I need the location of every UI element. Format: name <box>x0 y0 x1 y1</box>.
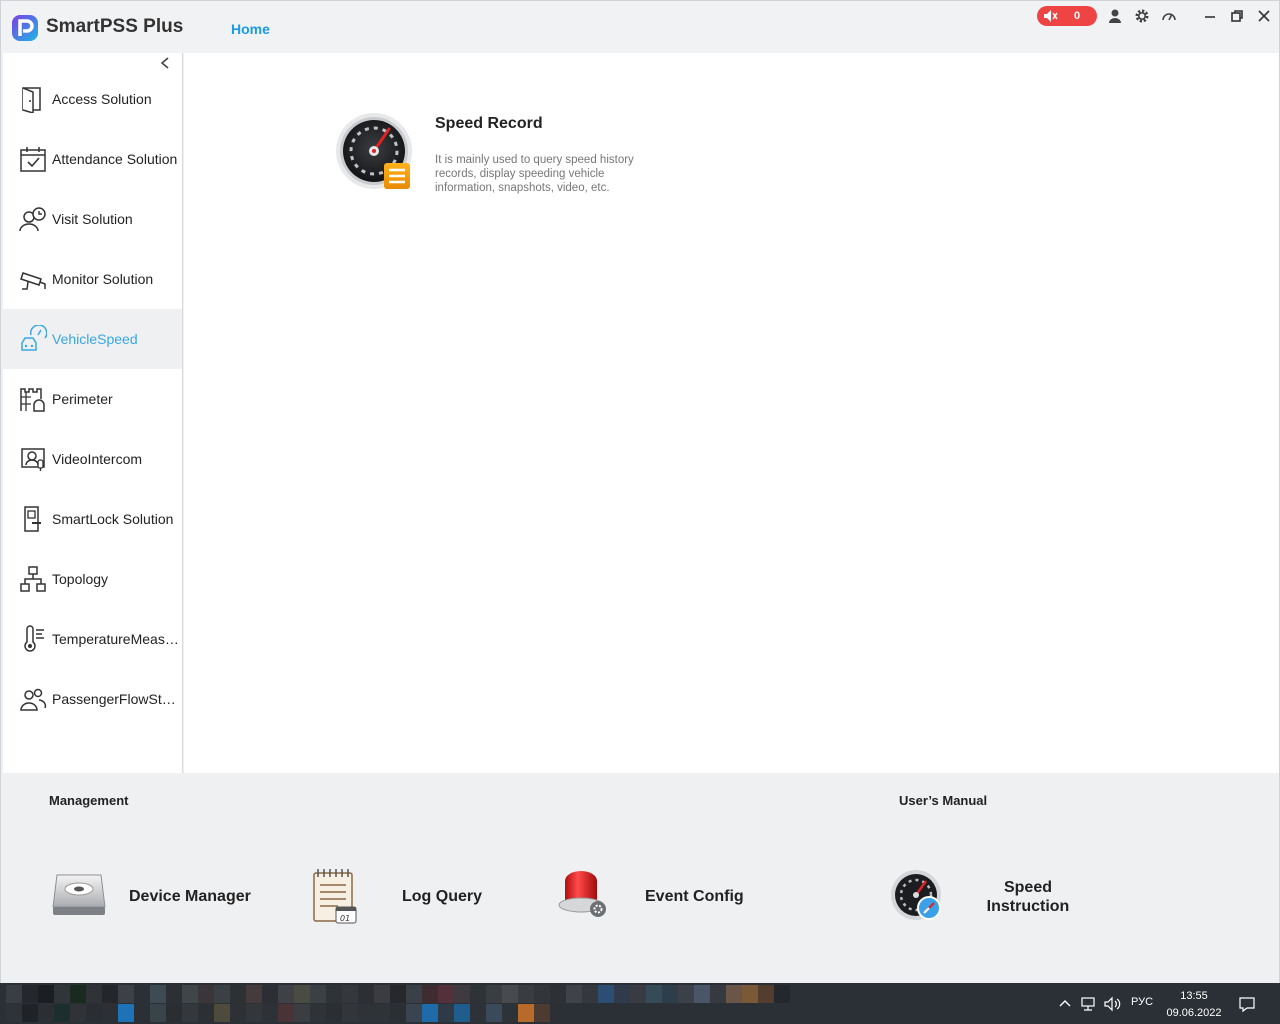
people-icon <box>20 688 47 711</box>
sidebar: Access Solution Attendance Solution Visi… <box>3 53 183 773</box>
perimeter-alarm-icon <box>20 388 45 412</box>
speed-instruction-line1: Speed <box>1003 879 1052 896</box>
sidebar-item-label: Visit Solution <box>52 211 133 227</box>
main-content: Speed Record It is mainly used to query … <box>184 53 1279 773</box>
speed-instruction-button[interactable]: Speed Instruction <box>888 865 1088 929</box>
sidebar-item-label: VideoIntercom <box>52 451 143 467</box>
speedometer-record-icon <box>336 113 412 189</box>
sidebar-item-label: SmartLock Solution <box>52 511 174 527</box>
restore-icon[interactable] <box>1229 8 1245 24</box>
title-bar: SmartPSS Plus Home 0 <box>1 1 1279 53</box>
door-icon <box>22 87 41 113</box>
chevron-up-icon[interactable] <box>1056 995 1074 1013</box>
taskbar-clock[interactable]: 13:55 09.06.2022 <box>1160 988 1228 1022</box>
smartpss-logo-icon <box>12 15 38 41</box>
sidebar-item-monitor-solution[interactable]: Monitor Solution <box>3 249 182 309</box>
volume-icon[interactable] <box>1103 995 1121 1013</box>
users-manual-heading: User’s Manual <box>899 793 988 808</box>
settings-gear-icon[interactable] <box>1134 8 1150 24</box>
device-manager-icon <box>52 874 106 915</box>
device-manager-button[interactable]: Device Manager <box>49 865 264 929</box>
bottom-panel: Management User’s Manual Device Manager … <box>1 773 1279 983</box>
taskbar-apps[interactable] <box>6 985 790 1022</box>
smart-lock-icon <box>24 506 41 532</box>
tool-label: Device Manager <box>129 888 251 905</box>
alarm-siren-icon <box>558 871 606 917</box>
log-query-button[interactable]: 01 Log Query <box>306 865 496 929</box>
network-icon[interactable] <box>1080 995 1098 1013</box>
sidebar-item-topology[interactable]: Topology <box>3 549 182 609</box>
sidebar-item-video-intercom[interactable]: VideoIntercom <box>3 429 182 489</box>
intercom-icon <box>21 448 45 471</box>
cctv-camera-icon <box>20 272 46 290</box>
speedometer-compass-icon <box>891 870 941 920</box>
language-indicator[interactable]: РУС <box>1131 996 1153 1008</box>
event-config-button[interactable]: Event Config <box>553 865 753 929</box>
performance-gauge-icon[interactable] <box>1161 8 1177 24</box>
minimize-icon[interactable] <box>1202 8 1218 24</box>
notifications-icon[interactable] <box>1238 995 1256 1013</box>
vehicle-speed-icon <box>21 325 47 351</box>
card-title: Speed Record <box>435 115 543 132</box>
sidebar-item-access-solution[interactable]: Access Solution <box>3 69 182 129</box>
tool-label: Log Query <box>402 888 483 905</box>
sidebar-item-label: Monitor Solution <box>52 271 154 287</box>
close-icon[interactable] <box>1256 8 1272 24</box>
tool-label: Event Config <box>645 888 744 905</box>
svg-text:01: 01 <box>340 914 350 923</box>
log-notebook-icon: 01 <box>313 869 357 924</box>
card-description: It is mainly used to query speed history… <box>435 154 634 194</box>
sidebar-item-label: Perimeter <box>52 391 113 407</box>
clock-date: 09.06.2022 <box>1166 1007 1222 1019</box>
sidebar-item-smartlock-solution[interactable]: SmartLock Solution <box>3 489 182 549</box>
clock-time: 13:55 <box>1180 990 1208 1002</box>
alarm-count: 0 <box>1073 10 1081 22</box>
tab-home[interactable]: Home <box>231 21 270 37</box>
sidebar-item-vehicle-speed[interactable]: VehicleSpeed <box>3 309 182 369</box>
calendar-check-icon <box>20 147 46 172</box>
sidebar-item-label: VehicleSpeed <box>52 331 138 347</box>
sidebar-item-label: Access Solution <box>52 91 152 107</box>
thermometer-icon <box>24 625 44 652</box>
speed-instruction-line2: Instruction <box>986 898 1070 915</box>
app-window: SmartPSS Plus Home 0 Access Solution Att… <box>0 0 1280 983</box>
app-title: SmartPSS Plus <box>46 16 184 37</box>
sidebar-item-attendance-solution[interactable]: Attendance Solution <box>3 129 182 189</box>
sidebar-item-label: TemperatureMeas… <box>52 631 179 647</box>
sidebar-item-perimeter[interactable]: Perimeter <box>3 369 182 429</box>
os-taskbar: РУС 13:55 09.06.2022 <box>0 983 1280 1024</box>
speaker-muted-icon <box>1044 10 1058 22</box>
topology-icon <box>20 566 46 592</box>
alarm-sound-button[interactable]: 0 <box>1037 6 1097 26</box>
sidebar-item-temperature-measurement[interactable]: TemperatureMeas… <box>3 609 182 669</box>
tool-label: Speed Instruction <box>978 878 1078 916</box>
sidebar-item-passenger-flow[interactable]: PassengerFlowSt… <box>3 669 182 729</box>
sidebar-item-label: PassengerFlowSt… <box>52 691 176 707</box>
sidebar-item-label: Attendance Solution <box>52 151 178 167</box>
management-heading: Management <box>49 793 129 808</box>
user-icon[interactable] <box>1107 8 1123 24</box>
visitor-clock-icon <box>19 207 46 232</box>
sidebar-item-label: Topology <box>52 571 109 587</box>
sidebar-item-visit-solution[interactable]: Visit Solution <box>3 189 182 249</box>
